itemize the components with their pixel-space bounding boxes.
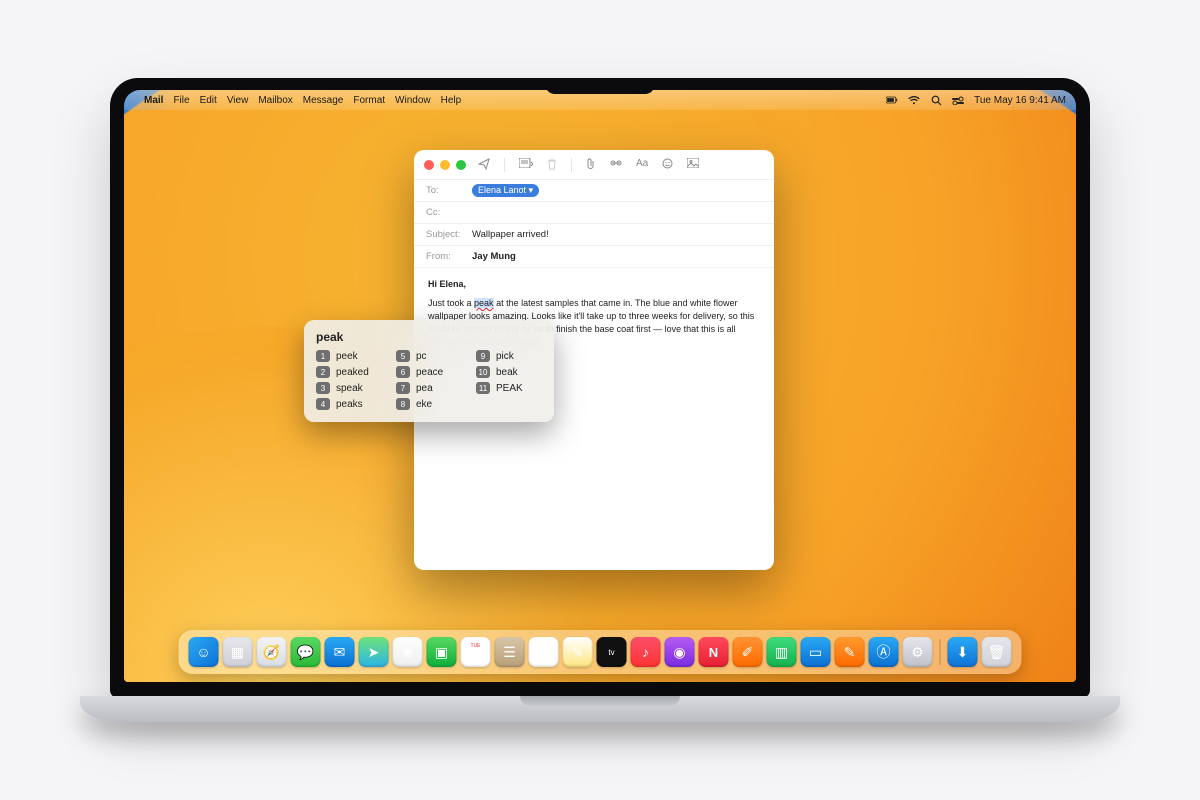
dock-app-appstore[interactable]: Ⓐ bbox=[869, 637, 899, 667]
candidate-item[interactable]: 8eke bbox=[396, 398, 462, 410]
dock-app-settings[interactable]: ⚙︎ bbox=[903, 637, 933, 667]
candidate-item[interactable]: 9pick bbox=[476, 350, 542, 362]
control-center-icon[interactable] bbox=[952, 96, 964, 105]
cc-field-row[interactable]: Cc: bbox=[414, 202, 774, 224]
window-titlebar[interactable]: Aa bbox=[414, 150, 774, 180]
menubar-item-window[interactable]: Window bbox=[395, 95, 431, 106]
dock-app-calendar[interactable]: TUE16 bbox=[461, 637, 491, 667]
misspelled-word[interactable]: peak bbox=[474, 298, 494, 308]
to-recipient-pill[interactable]: Elena Lanot ▾ bbox=[472, 184, 539, 197]
battery-icon[interactable] bbox=[886, 96, 898, 104]
dock-divider bbox=[940, 639, 941, 665]
menubar-item-format[interactable]: Format bbox=[353, 95, 385, 106]
link-icon[interactable] bbox=[610, 158, 622, 172]
dock-app-reminders[interactable]: ≣ bbox=[529, 637, 559, 667]
window-zoom-button[interactable] bbox=[456, 160, 466, 170]
dock-downloads-stack[interactable]: ⬇︎ bbox=[948, 637, 978, 667]
to-label: To: bbox=[426, 185, 472, 196]
from-value: Jay Mung bbox=[472, 251, 516, 262]
dock-app-music[interactable]: ♪ bbox=[631, 637, 661, 667]
dock-app-tv[interactable]: tv bbox=[597, 637, 627, 667]
menubar-item-mailbox[interactable]: Mailbox bbox=[258, 95, 292, 106]
dock-app-launchpad[interactable]: ▦ bbox=[223, 637, 253, 667]
send-icon[interactable] bbox=[478, 158, 490, 172]
candidate-item[interactable]: 7pea bbox=[396, 382, 462, 394]
menubar-item-file[interactable]: File bbox=[173, 95, 189, 106]
menubar-item-edit[interactable]: Edit bbox=[200, 95, 217, 106]
candidate-grid: 1peek 5pc 9pick 2peaked 6peace 10beak 3s… bbox=[316, 350, 542, 410]
dock-app-messages[interactable]: 💬 bbox=[291, 637, 321, 667]
dock-app-safari[interactable]: 🧭 bbox=[257, 637, 287, 667]
candidate-item[interactable]: 6peace bbox=[396, 366, 462, 378]
menubar-status-area: Tue May 16 9:41 AM bbox=[886, 95, 1066, 106]
compose-toolbar: Aa bbox=[478, 158, 764, 172]
dock-app-maps[interactable]: ➤ bbox=[359, 637, 389, 667]
menubar-app-name[interactable]: Mail bbox=[144, 95, 163, 106]
to-field-row[interactable]: To: Elena Lanot ▾ bbox=[414, 180, 774, 202]
menubar-item-view[interactable]: View bbox=[227, 95, 249, 106]
menubar-clock[interactable]: Tue May 16 9:41 AM bbox=[974, 95, 1066, 106]
header-fields-icon[interactable] bbox=[519, 158, 533, 172]
dock-app-notes[interactable]: ✎ bbox=[563, 637, 593, 667]
emoji-icon[interactable] bbox=[662, 158, 673, 172]
cc-label: Cc: bbox=[426, 207, 472, 218]
candidate-item[interactable]: 11PEAK bbox=[476, 382, 542, 394]
candidate-title: peak bbox=[316, 330, 542, 344]
laptop-frame: Mail File Edit View Mailbox Message Form… bbox=[110, 78, 1090, 722]
desktop-screen: Mail File Edit View Mailbox Message Form… bbox=[124, 90, 1076, 682]
dock-trash[interactable]: 🗑 bbox=[982, 637, 1012, 667]
subject-value: Wallpaper arrived! bbox=[472, 229, 549, 240]
dock-app-contacts[interactable]: ☰ bbox=[495, 637, 525, 667]
candidate-item[interactable]: 3speak bbox=[316, 382, 382, 394]
laptop-base bbox=[80, 696, 1120, 722]
dock-app-freeform[interactable]: ✐ bbox=[733, 637, 763, 667]
attach-icon[interactable] bbox=[586, 158, 596, 172]
candidate-item[interactable]: 10beak bbox=[476, 366, 542, 378]
menubar-item-help[interactable]: Help bbox=[441, 95, 462, 106]
format-icon[interactable]: Aa bbox=[636, 158, 648, 172]
dock-app-pages[interactable]: ✎ bbox=[835, 637, 865, 667]
display-notch bbox=[545, 78, 655, 94]
dock-app-finder[interactable]: ☺ bbox=[189, 637, 219, 667]
dock-app-podcasts[interactable]: ◉ bbox=[665, 637, 695, 667]
dock: ☺ ▦ 🧭 💬 ✉︎ ➤ ❀ ▣ TUE16 ☰ ≣ ✎ tv ♪ ◉ N ✐ … bbox=[179, 630, 1022, 674]
candidate-item[interactable]: 1peek bbox=[316, 350, 382, 362]
subject-field-row[interactable]: Subject: Wallpaper arrived! bbox=[414, 224, 774, 246]
wifi-icon[interactable] bbox=[908, 96, 920, 105]
dock-app-news[interactable]: N bbox=[699, 637, 729, 667]
screen-bezel: Mail File Edit View Mailbox Message Form… bbox=[110, 78, 1090, 698]
photo-icon[interactable] bbox=[687, 158, 699, 172]
window-traffic-lights bbox=[424, 160, 466, 170]
candidate-item[interactable]: 2peaked bbox=[316, 366, 382, 378]
dock-app-mail[interactable]: ✉︎ bbox=[325, 637, 355, 667]
candidate-item[interactable]: 4peaks bbox=[316, 398, 382, 410]
dock-app-photos[interactable]: ❀ bbox=[393, 637, 423, 667]
subject-label: Subject: bbox=[426, 229, 472, 240]
from-label: From: bbox=[426, 251, 472, 262]
candidate-item[interactable]: 5pc bbox=[396, 350, 462, 362]
autocorrect-candidate-popup: peak 1peek 5pc 9pick 2peaked 6peace 10be… bbox=[304, 320, 554, 422]
body-greeting: Hi Elena, bbox=[428, 278, 760, 291]
menubar-item-message[interactable]: Message bbox=[303, 95, 344, 106]
from-field-row[interactable]: From: Jay Mung bbox=[414, 246, 774, 268]
dock-app-keynote[interactable]: ▭ bbox=[801, 637, 831, 667]
window-minimize-button[interactable] bbox=[440, 160, 450, 170]
dock-app-facetime[interactable]: ▣ bbox=[427, 637, 457, 667]
search-icon[interactable] bbox=[930, 95, 942, 106]
window-close-button[interactable] bbox=[424, 160, 434, 170]
dock-app-numbers[interactable]: ▥ bbox=[767, 637, 797, 667]
trash-icon[interactable] bbox=[547, 158, 557, 172]
